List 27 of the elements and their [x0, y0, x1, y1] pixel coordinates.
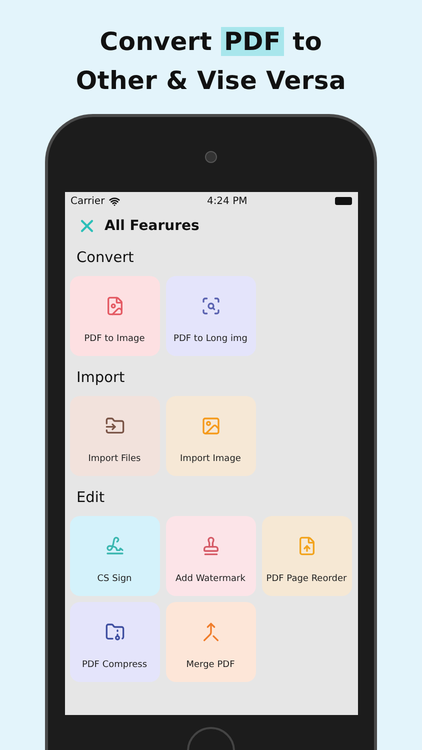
stamp-icon	[200, 536, 220, 556]
section-heading: Import	[76, 369, 126, 388]
feature-tile[interactable]: PDF Page Reorder	[262, 516, 352, 596]
file-icon	[296, 536, 316, 556]
archive-folder-icon	[104, 622, 124, 642]
feature-tile[interactable]: Import Files	[70, 396, 160, 476]
feature-tile[interactable]: Add Watermark	[166, 516, 256, 596]
feature-tile[interactable]: PDF to Image	[70, 276, 160, 356]
folder-icon	[104, 416, 124, 436]
camera	[205, 151, 217, 163]
headline: Convert PDF to Other & Vise Versa	[76, 26, 346, 97]
feature-tile[interactable]: Import Image	[166, 396, 256, 476]
feature-tile[interactable]: PDF to Long img	[166, 276, 256, 356]
merge-icon	[200, 622, 220, 642]
wifi-icon	[108, 196, 120, 206]
status-time: 4:24 PM	[206, 196, 248, 206]
pdf-file-icon	[104, 296, 124, 316]
feature-tile[interactable]: PDF Compress	[70, 602, 160, 682]
battery-icon	[334, 197, 352, 205]
carrier-label: Carrier	[70, 196, 105, 206]
feature-tile[interactable]: Merge PDF	[166, 602, 256, 682]
feature-tile[interactable]: CS Sign	[70, 516, 160, 596]
image-icon	[200, 416, 220, 436]
signature-icon	[104, 536, 124, 556]
section-heading: Edit	[76, 489, 106, 508]
page-title: All Fearures	[104, 218, 200, 234]
section-heading: Convert	[76, 249, 135, 268]
